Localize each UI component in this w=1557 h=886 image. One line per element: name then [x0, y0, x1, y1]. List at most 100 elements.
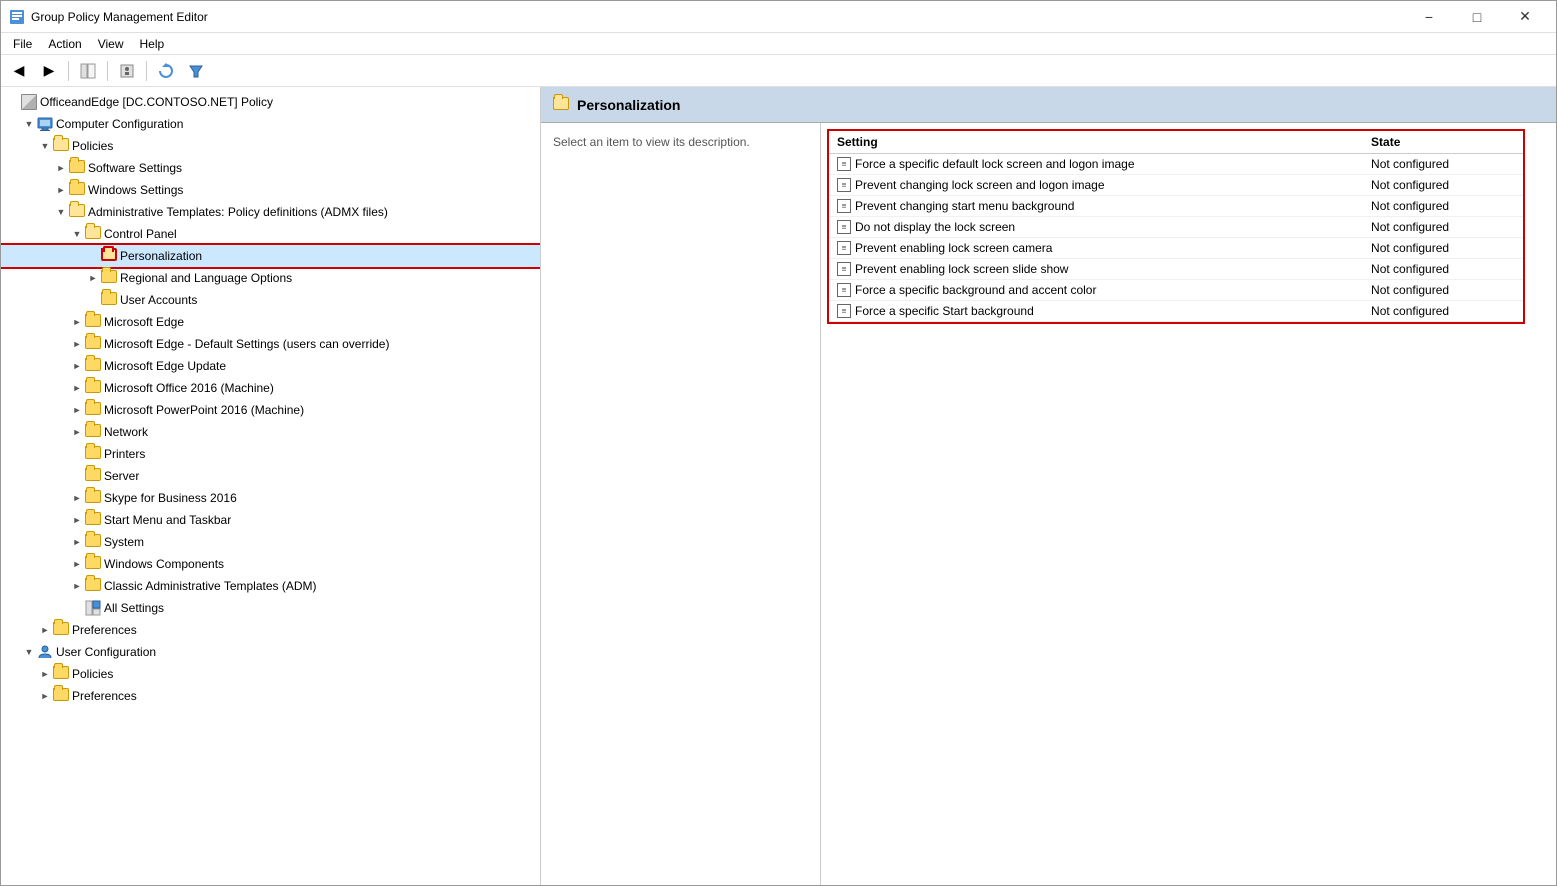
tree-user-policies[interactable]: ► Policies [1, 663, 540, 685]
tree-all-settings[interactable]: All Settings [1, 597, 540, 619]
setting-state: Not configured [1363, 301, 1523, 322]
tree-office-2016[interactable]: ► Microsoft Office 2016 (Machine) [1, 377, 540, 399]
computer-config-expander[interactable]: ▼ [21, 116, 37, 132]
show-hide-console-tree-button[interactable] [74, 58, 102, 84]
control-panel-expander[interactable]: ▼ [69, 226, 85, 242]
tree-printers[interactable]: Printers [1, 443, 540, 465]
software-expander[interactable]: ► [53, 160, 69, 176]
setting-name: Prevent changing start menu background [855, 199, 1074, 213]
table-row[interactable]: Prevent enabling lock screen cameraNot c… [829, 238, 1523, 259]
server-label: Server [104, 469, 139, 483]
tree-system[interactable]: ► System [1, 531, 540, 553]
network-expander[interactable]: ► [69, 424, 85, 440]
refresh-button[interactable] [152, 58, 180, 84]
tree-policies[interactable]: ▼ Policies [1, 135, 540, 157]
tree-classic-admin[interactable]: ► Classic Administrative Templates (ADM) [1, 575, 540, 597]
tree-root-node[interactable]: OfficeandEdge [DC.CONTOSO.NET] Policy [1, 91, 540, 113]
tree-control-panel[interactable]: ▼ Control Panel [1, 223, 540, 245]
skype-expander[interactable]: ► [69, 490, 85, 506]
system-expander[interactable]: ► [69, 534, 85, 550]
user-preferences-expander[interactable]: ► [37, 688, 53, 704]
office-2016-expander[interactable]: ► [69, 380, 85, 396]
tree-powerpoint-2016[interactable]: ► Microsoft PowerPoint 2016 (Machine) [1, 399, 540, 421]
cc-preferences-expander[interactable]: ► [37, 622, 53, 638]
table-row[interactable]: Force a specific background and accent c… [829, 280, 1523, 301]
tree-ms-edge-default[interactable]: ► Microsoft Edge - Default Settings (use… [1, 333, 540, 355]
policy-setting-icon [837, 304, 851, 318]
start-menu-expander[interactable]: ► [69, 512, 85, 528]
cc-preferences-folder-icon [53, 622, 69, 638]
setting-name: Force a specific default lock screen and… [855, 157, 1135, 171]
menu-file[interactable]: File [5, 35, 40, 53]
tree-user-accounts[interactable]: User Accounts [1, 289, 540, 311]
setting-state: Not configured [1363, 196, 1523, 217]
setting-column-header: Setting [829, 131, 1363, 154]
minimize-button[interactable]: − [1406, 1, 1452, 33]
tree-personalization[interactable]: Personalization [1, 245, 540, 267]
setting-name: Prevent changing lock screen and logon i… [855, 178, 1105, 192]
win-components-expander[interactable]: ► [69, 556, 85, 572]
printers-expander [69, 446, 85, 462]
tree-admin-templates[interactable]: ▼ Administrative Templates: Policy defin… [1, 201, 540, 223]
tree-user-preferences[interactable]: ► Preferences [1, 685, 540, 707]
toolbar-sep-1 [68, 61, 69, 81]
powerpoint-2016-folder-icon [85, 402, 101, 418]
menu-view[interactable]: View [90, 35, 132, 53]
printers-label: Printers [104, 447, 145, 461]
powerpoint-2016-expander[interactable]: ► [69, 402, 85, 418]
maximize-button[interactable]: □ [1454, 1, 1500, 33]
tree-server[interactable]: Server [1, 465, 540, 487]
forward-button[interactable]: ▶ [35, 58, 63, 84]
user-accounts-folder-icon [101, 292, 117, 308]
policies-expander[interactable]: ▼ [37, 138, 53, 154]
ms-edge-update-folder-icon [85, 358, 101, 374]
tree-network[interactable]: ► Network [1, 421, 540, 443]
tree-start-menu[interactable]: ► Start Menu and Taskbar [1, 509, 540, 531]
filter-button[interactable] [182, 58, 210, 84]
powerpoint-2016-label: Microsoft PowerPoint 2016 (Machine) [104, 403, 304, 417]
table-row[interactable]: Prevent changing lock screen and logon i… [829, 175, 1523, 196]
tree-ms-edge[interactable]: ► Microsoft Edge [1, 311, 540, 333]
right-panel: Personalization Select an item to view i… [541, 87, 1556, 885]
properties-button[interactable] [113, 58, 141, 84]
tree-software-settings[interactable]: ► Software Settings [1, 157, 540, 179]
tree-windows-settings[interactable]: ► Windows Settings [1, 179, 540, 201]
user-policies-expander[interactable]: ► [37, 666, 53, 682]
classic-admin-expander[interactable]: ► [69, 578, 85, 594]
admin-templates-expander[interactable]: ▼ [53, 204, 69, 220]
tree-ms-edge-update[interactable]: ► Microsoft Edge Update [1, 355, 540, 377]
menu-action[interactable]: Action [40, 35, 89, 53]
windows-expander[interactable]: ► [53, 182, 69, 198]
regional-language-label: Regional and Language Options [120, 271, 292, 285]
policy-setting-icon [837, 283, 851, 297]
all-settings-label: All Settings [104, 601, 164, 615]
right-panel-header: Personalization [541, 87, 1556, 123]
ms-edge-expander[interactable]: ► [69, 314, 85, 330]
tree-windows-components[interactable]: ► Windows Components [1, 553, 540, 575]
title-bar: Group Policy Management Editor − □ ✕ [1, 1, 1556, 33]
tree-skype-business[interactable]: ► Skype for Business 2016 [1, 487, 540, 509]
tree-user-config[interactable]: ▼ User Configuration [1, 641, 540, 663]
user-config-expander[interactable]: ▼ [21, 644, 37, 660]
table-row[interactable]: Prevent enabling lock screen slide showN… [829, 259, 1523, 280]
windows-folder-icon [69, 182, 85, 198]
server-expander [69, 468, 85, 484]
ms-edge-update-expander[interactable]: ► [69, 358, 85, 374]
ms-edge-default-expander[interactable]: ► [69, 336, 85, 352]
personalization-label: Personalization [120, 249, 202, 263]
user-preferences-label: Preferences [72, 689, 137, 703]
tree-computer-config[interactable]: ▼ Computer Configuration [1, 113, 540, 135]
menu-help[interactable]: Help [132, 35, 173, 53]
tree-regional-language[interactable]: ► Regional and Language Options [1, 267, 540, 289]
office-2016-folder-icon [85, 380, 101, 396]
window-title: Group Policy Management Editor [31, 10, 1406, 24]
table-row[interactable]: Do not display the lock screenNot config… [829, 217, 1523, 238]
table-row[interactable]: Prevent changing start menu background No… [829, 196, 1523, 217]
table-row[interactable]: Force a specific default lock screen and… [829, 154, 1523, 175]
table-row[interactable]: Force a specific Start backgroundNot con… [829, 301, 1523, 322]
regional-expander[interactable]: ► [85, 270, 101, 286]
tree-cc-preferences[interactable]: ► Preferences [1, 619, 540, 641]
close-button[interactable]: ✕ [1502, 1, 1548, 33]
settings-panel: Setting State Force a specific default l… [821, 123, 1556, 885]
back-button[interactable]: ◀ [5, 58, 33, 84]
